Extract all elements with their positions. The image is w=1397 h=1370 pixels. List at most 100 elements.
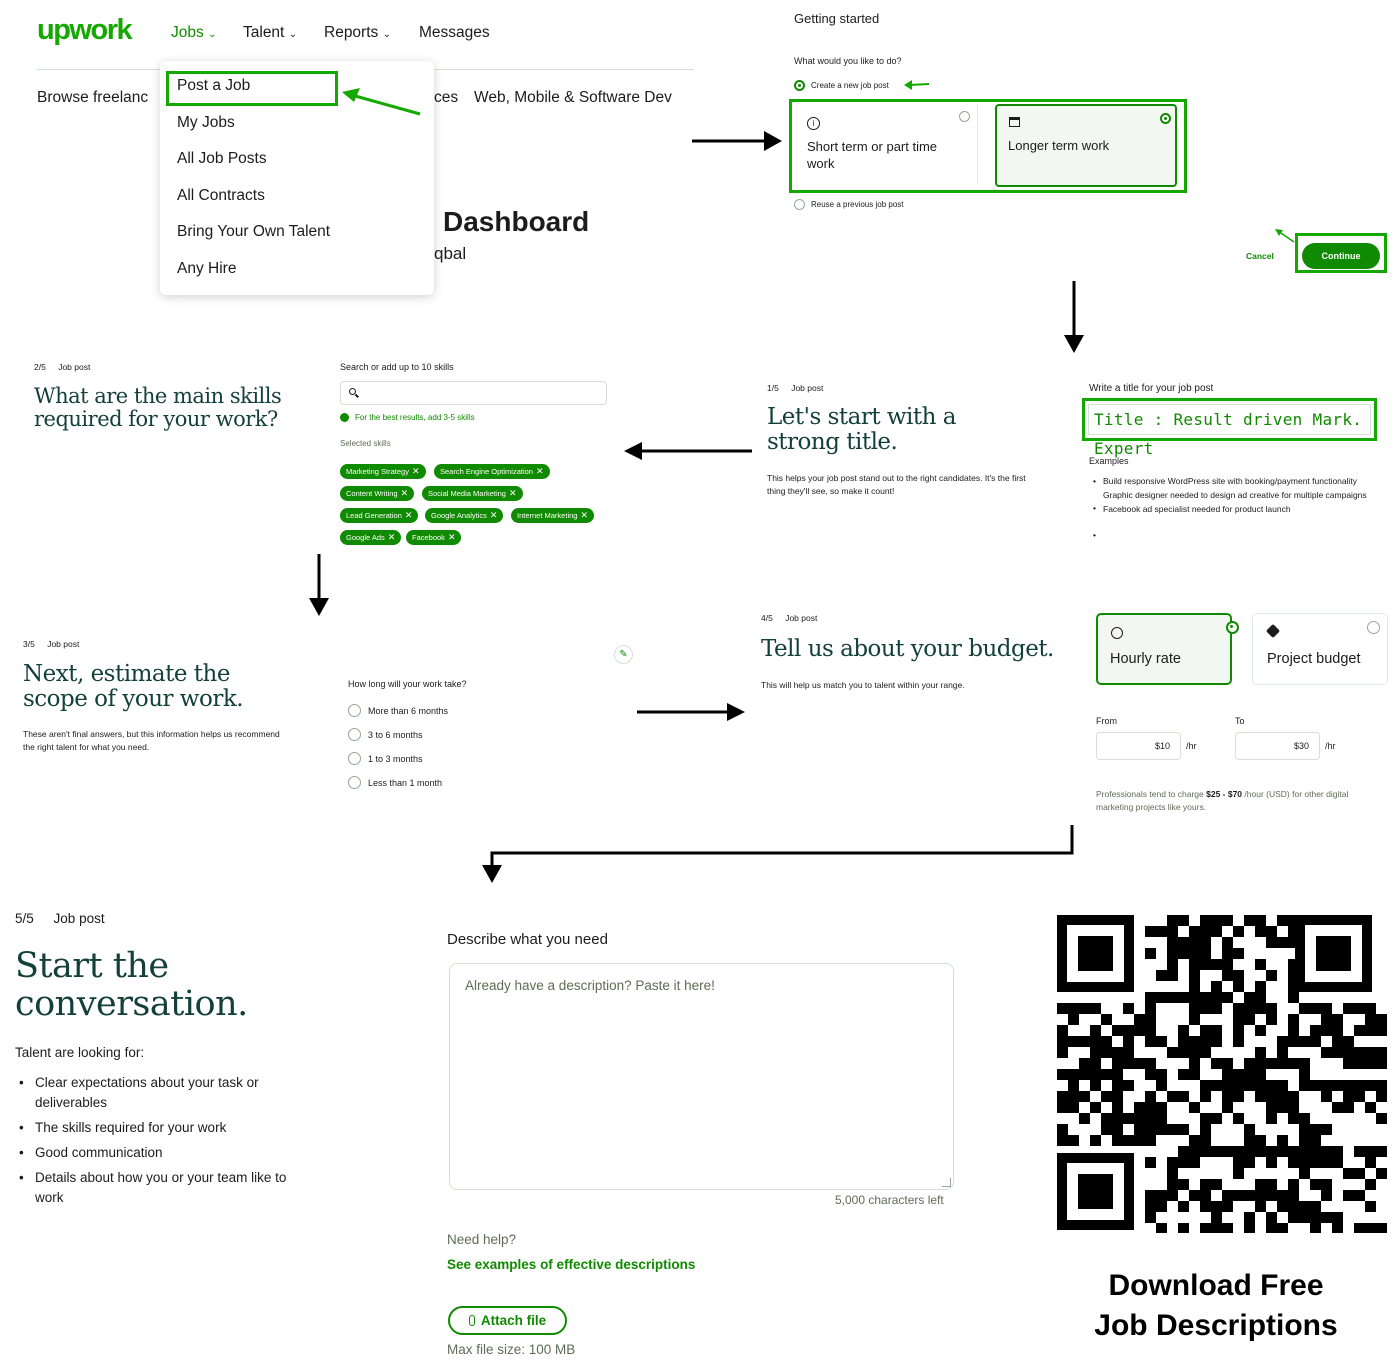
reuse-job-option[interactable]: Reuse a previous job post [794, 199, 904, 210]
edit-pencil-icon[interactable]: ✎ [614, 645, 633, 664]
step3-heading: Next, estimate the scope of your work. [23, 661, 244, 712]
category-web-mobile-link[interactable]: Web, Mobile & Software Dev [474, 89, 672, 107]
step2-counter: 2/5 Job post [34, 362, 90, 372]
examples-link[interactable]: See examples of effective descriptions [447, 1257, 695, 1272]
duration-option-label: 3 to 6 months [368, 729, 423, 740]
skill-chip[interactable]: Google Ads ✕ [340, 530, 402, 545]
attach-file-label: Attach file [480, 1313, 547, 1328]
close-icon[interactable]: ✕ [536, 467, 544, 476]
skill-chip[interactable]: Marketing Strategy ✕ [340, 464, 426, 479]
from-per-hour: /hr [1186, 741, 1197, 751]
getting-started-question: What would you like to do? [794, 56, 902, 66]
skills-search-input[interactable] [340, 381, 607, 405]
hourly-radio[interactable] [1226, 621, 1240, 634]
close-icon[interactable]: ✕ [401, 489, 409, 498]
upwork-logo[interactable]: upwork [37, 14, 133, 47]
skill-chip[interactable]: Internet Marketing ✕ [511, 508, 594, 523]
radio-empty-icon [348, 752, 361, 765]
title-input[interactable]: Title : Result driven Mark. Expert [1088, 404, 1371, 458]
skills-hint-text: For the best results, add 3-5 skills [355, 413, 475, 422]
create-new-job-option[interactable]: Create a new job post [794, 80, 889, 91]
short-term-radio[interactable] [959, 111, 970, 122]
close-icon[interactable]: ✕ [448, 533, 456, 542]
skill-chip[interactable]: Lead Generation ✕ [340, 508, 419, 523]
close-icon[interactable]: ✕ [405, 511, 413, 520]
green-pointer-arrow [342, 88, 421, 116]
menu-item-post-job[interactable]: Post a Job [177, 77, 250, 95]
close-icon[interactable]: ✕ [388, 533, 396, 542]
short-term-label: Short term or part time work [807, 139, 938, 171]
menu-item-byo-talent[interactable]: Bring Your Own Talent [177, 223, 330, 241]
qr-finder-bottom-left [1057, 1153, 1134, 1230]
duration-option[interactable]: 3 to 6 months [348, 728, 423, 741]
step1-description: This helps your job post stand out to th… [767, 473, 1026, 496]
browse-freelancers-link[interactable]: Browse freelanc [37, 89, 148, 107]
skill-chip[interactable]: Content Writing ✕ [340, 486, 415, 501]
step1-counter: 1/5 Job post [767, 383, 823, 393]
step1-number: 1/5 [767, 383, 779, 393]
nav-reports[interactable]: Reports ⌄ [324, 24, 391, 42]
flow-arrow-down [309, 554, 329, 616]
skills-hint: For the best results, add 3-5 skills [340, 413, 475, 422]
from-rate-input[interactable]: $10 [1096, 732, 1181, 760]
menu-item-any-hire[interactable]: Any Hire [177, 260, 236, 278]
duration-option-label: More than 6 months [368, 705, 449, 716]
create-new-job-label: Create a new job post [811, 81, 889, 90]
nav-messages[interactable]: Messages [419, 24, 490, 42]
close-icon[interactable]: ✕ [412, 467, 420, 476]
example-item: Build responsive WordPress site with boo… [1103, 476, 1358, 486]
category-partial-link[interactable]: ces [434, 89, 458, 107]
duration-option[interactable]: 1 to 3 months [348, 752, 423, 765]
radio-empty-icon [348, 728, 361, 741]
step4-heading: Tell us about your budget. [761, 636, 1054, 662]
menu-item-all-job-posts[interactable]: All Job Posts [177, 150, 267, 168]
skill-chip-label: Google Ads [346, 533, 385, 542]
attach-file-button[interactable]: Attach file [448, 1306, 567, 1335]
to-per-hour: /hr [1325, 741, 1336, 751]
skill-chip[interactable]: Social Media Marketing ✕ [422, 486, 523, 501]
skill-chip-label: Google Analytics [431, 511, 487, 520]
skill-chip[interactable]: Search Engine Optimization ✕ [434, 464, 550, 479]
radio-empty-icon [794, 199, 805, 210]
close-icon[interactable]: ✕ [509, 489, 517, 498]
max-file-size: Max file size: 100 MB [447, 1342, 576, 1357]
menu-item-my-jobs[interactable]: My Jobs [177, 114, 235, 132]
skill-chip-label: Search Engine Optimization [440, 467, 533, 476]
to-rate-input[interactable]: $30 [1235, 732, 1320, 760]
flow-arrow-elbow [482, 825, 1074, 883]
step5-heading: Start the conversation. [15, 946, 248, 1024]
skills-search-label: Search or add up to 10 skills [340, 362, 454, 372]
skill-chip[interactable]: Google Analytics ✕ [425, 508, 504, 523]
description-textarea[interactable] [449, 963, 954, 1190]
duration-option[interactable]: More than 6 months [348, 704, 448, 717]
duration-option[interactable]: Less than 1 month [348, 776, 442, 789]
longer-term-radio[interactable] [1160, 113, 1171, 124]
resize-handle-icon[interactable] [942, 1178, 951, 1187]
cancel-button[interactable]: Cancel [1246, 251, 1274, 261]
nav-reports-label: Reports [324, 24, 379, 41]
flow-arrow-left [624, 442, 752, 460]
hourly-rate-label: Hourly rate [1110, 651, 1181, 667]
nav-jobs[interactable]: Jobs ⌄ [171, 24, 216, 42]
hourly-rate-card[interactable] [1096, 613, 1232, 685]
step2-label: Job post [58, 362, 91, 372]
skill-chip[interactable]: Facebook ✕ [406, 530, 462, 545]
selected-skills-label: Selected skills [340, 439, 391, 448]
step5-label: Job post [53, 911, 105, 926]
step5-counter: 5/5 Job post [15, 911, 105, 926]
menu-item-all-contracts[interactable]: All Contracts [177, 187, 265, 205]
project-budget-radio[interactable] [1367, 621, 1380, 634]
continue-button[interactable]: Continue [1302, 243, 1380, 269]
tip-bullet: Details about how you or your team like … [19, 1168, 315, 1208]
qr-code[interactable] [1057, 915, 1389, 1233]
step4-counter: 4/5 Job post [761, 613, 817, 623]
step3-counter: 3/5 Job post [23, 639, 79, 649]
example-item: Facebook ad specialist needed for produc… [1103, 504, 1291, 514]
radio-empty-icon [348, 776, 361, 789]
close-icon[interactable]: ✕ [490, 511, 498, 520]
rate-guidance-range: $25 - $70 [1206, 789, 1243, 799]
nav-talent[interactable]: Talent ⌄ [243, 24, 297, 42]
close-icon[interactable]: ✕ [580, 511, 588, 520]
from-label: From [1096, 716, 1117, 726]
clock-icon [1111, 627, 1123, 639]
